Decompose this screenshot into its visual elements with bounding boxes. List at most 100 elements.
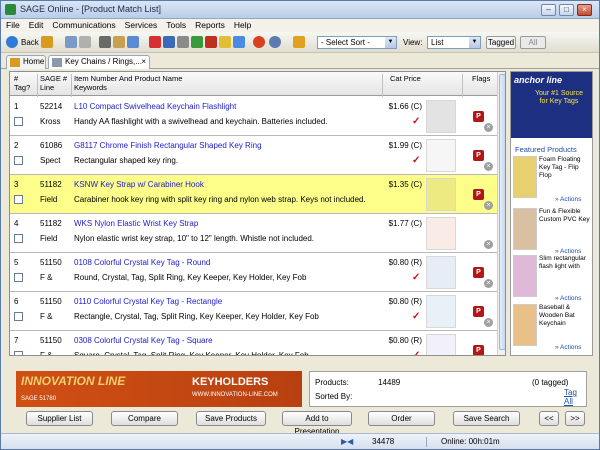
remove-icon[interactable]: × [484,162,493,171]
supplier-list-button[interactable]: Supplier List [26,411,93,426]
table-row[interactable]: 2 61086 Spect G8117 Chrome Finish Rectangul… [10,136,497,175]
product-name-link[interactable]: 0110 Colorful Crystal Key Tag - Rectangl… [74,297,222,306]
featured-actions[interactable]: » Actions [555,344,581,351]
remove-icon[interactable]: × [484,279,493,288]
tag-checkbox[interactable] [14,273,23,282]
email-icon[interactable] [127,36,139,48]
product-name-link[interactable]: KSNW Key Strap w/ Carabiner Hook [74,180,204,189]
close-tab-icon[interactable]: × [141,56,146,68]
folder-icon[interactable] [113,36,125,48]
product-name-link[interactable]: 0108 Colorful Crystal Key Tag - Round [74,258,210,267]
calculator-icon[interactable] [233,36,245,48]
add-to-presentation-button[interactable]: Add to Presentation [282,411,352,436]
table-row[interactable]: 6 51150 F & 0110 Colorful Crystal Key Tag -… [10,292,497,331]
featured-image[interactable] [513,156,537,198]
sponsor-banner[interactable]: INNOVATION LINE KEYHOLDERS WWW.INNOVATIO… [16,371,302,407]
table-row[interactable]: 3 51182 Field KSNW Key Strap w/ Carabiner H… [10,175,497,214]
featured-image[interactable] [513,255,537,297]
flag-p-icon[interactable]: P [473,189,484,200]
paste-icon[interactable] [177,36,189,48]
menu-file[interactable]: File [1,19,24,30]
featured-actions[interactable]: » Actions [555,248,581,255]
product-thumbnail[interactable] [426,139,456,172]
compare-button[interactable]: Compare [111,411,178,426]
product-thumbnail[interactable] [426,217,456,250]
menu-tools[interactable]: Tools [161,19,190,30]
print-icon[interactable] [99,36,111,48]
product-thumbnail[interactable] [426,295,456,328]
product-thumbnail[interactable] [426,256,456,289]
prev-page-button[interactable]: << [539,411,559,426]
cut-icon[interactable] [149,36,161,48]
tag-checkbox[interactable] [14,195,23,204]
featured-image[interactable] [513,208,537,250]
product-name-link[interactable]: WKS Nylon Elastic Wrist Key Strap [74,219,198,228]
tag-all-link[interactable]: Tag All [564,388,586,406]
tag-checkbox[interactable] [14,156,23,165]
remove-icon[interactable]: × [484,240,493,249]
tagged-button[interactable]: Tagged [486,36,516,49]
product-thumbnail[interactable] [426,334,456,355]
tab-key-chains[interactable]: Key Chains / Rings,... × [48,55,150,69]
sponsor-ad[interactable]: anchor line Your #1 Source for Key Tags [511,72,592,138]
stop-icon[interactable] [253,36,265,48]
note-icon[interactable] [219,36,231,48]
tag-checkbox[interactable] [14,351,23,355]
menu-services[interactable]: Services [120,19,162,30]
maximize-button[interactable]: □ [559,4,574,16]
search-icon[interactable] [65,36,77,48]
featured-actions[interactable]: » Actions [555,196,581,203]
tag-checkbox[interactable] [14,234,23,243]
order-button[interactable]: Order [368,411,435,426]
flag-p-icon[interactable]: P [473,345,484,355]
copy-icon[interactable] [163,36,175,48]
all-button[interactable]: All [520,36,546,49]
featured-image[interactable] [513,304,537,346]
flag-p-icon[interactable]: P [473,150,484,161]
flag-p-icon[interactable]: P [473,111,484,122]
table-row[interactable]: 1 52214 Kross L10 Compact Swivelhead Keycha… [10,97,497,136]
help-icon[interactable] [269,36,281,48]
home-icon[interactable] [41,36,53,48]
featured-item[interactable]: Fun & Flexible Custom PVC Key » Actions [513,208,592,260]
back-button[interactable]: Back [21,35,39,50]
presentation-icon[interactable] [205,36,217,48]
grid-scrollbar[interactable] [497,72,505,355]
menu-communications[interactable]: Communications [47,19,119,30]
menu-reports[interactable]: Reports [190,19,229,30]
flag-p-icon[interactable]: P [473,267,484,278]
featured-item[interactable]: Slim rectangular flash light with » Acti… [513,255,592,307]
view-select[interactable]: List ▼ [427,36,481,49]
table-row[interactable]: 5 51150 F & 0108 Colorful Crystal Key Tag -… [10,253,497,292]
sort-select[interactable]: - Select Sort - ▼ [317,36,397,49]
remove-icon[interactable]: × [484,123,493,132]
tag-checkbox[interactable] [14,117,23,126]
binoculars-icon[interactable] [79,36,91,48]
col-item[interactable]: Item Number And Product Name Keywords [74,74,182,92]
product-name-link[interactable]: L10 Compact Swivelhead Keychain Flashlig… [74,102,236,111]
col-flags[interactable]: Flags [472,74,490,83]
close-button[interactable]: × [577,4,592,16]
menu-help[interactable]: Help [229,19,255,30]
product-thumbnail[interactable] [426,100,456,133]
tag-checkbox[interactable] [14,312,23,321]
next-page-button[interactable]: >> [565,411,585,426]
featured-actions[interactable]: » Actions [555,295,581,302]
product-thumbnail[interactable] [426,178,456,211]
product-name-link[interactable]: 0308 Colorful Crystal Key Tag - Square [74,336,213,345]
grid-icon[interactable] [191,36,203,48]
back-arrow-icon[interactable] [6,36,18,48]
remove-icon[interactable]: × [484,318,493,327]
save-products-button[interactable]: Save Products [196,411,266,426]
col-price[interactable]: Cat Price [390,74,421,83]
tab-home[interactable]: Home [6,55,46,69]
remove-icon[interactable]: × [484,201,493,210]
featured-item[interactable]: Foam Floating Key Tag - Flip Flop » Acti… [513,156,592,208]
menu-edit[interactable]: Edit [24,19,48,30]
save-search-button[interactable]: Save Search [453,411,520,426]
product-name-link[interactable]: G8117 Chrome Finish Rectangular Shaped K… [74,141,262,150]
tag-icon[interactable] [293,36,305,48]
minimize-button[interactable]: – [541,4,556,16]
scrollbar-thumb[interactable] [499,74,505,350]
featured-item[interactable]: Baseball & Wooden Bat Keychain » Actions [513,304,592,356]
